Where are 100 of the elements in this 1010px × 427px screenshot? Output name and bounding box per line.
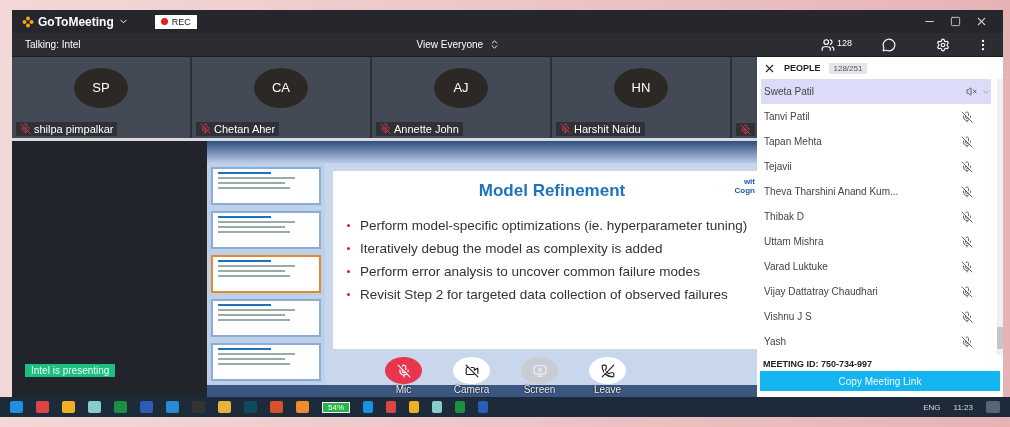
bullet-text: Iteratively debug the model as complexity is added bbox=[360, 240, 663, 257]
people-icon bbox=[820, 37, 835, 52]
participant-row[interactable]: Yash bbox=[761, 329, 991, 354]
tray-icon[interactable] bbox=[409, 401, 419, 413]
app-name: GoToMeeting bbox=[38, 14, 114, 29]
battery-indicator: 54% bbox=[322, 401, 350, 413]
participant-name: Chetan Aher bbox=[214, 122, 276, 135]
taskbar-app-icon[interactable] bbox=[114, 401, 127, 413]
mic-off-icon bbox=[961, 160, 973, 173]
mic-off-icon bbox=[961, 210, 973, 223]
mic-off-icon bbox=[961, 185, 973, 198]
initials-avatar: SP bbox=[74, 67, 128, 108]
bullet-icon bbox=[347, 224, 350, 227]
tray-icon[interactable] bbox=[478, 401, 488, 413]
control-label: Camera bbox=[453, 384, 490, 395]
initials-avatar: HN bbox=[614, 67, 668, 108]
taskbar-app-icon[interactable] bbox=[36, 401, 49, 413]
speaker-muted-icon bbox=[966, 86, 977, 97]
participant-name: Tejavii bbox=[764, 161, 793, 172]
maximize-icon bbox=[950, 16, 961, 27]
camera-off-icon bbox=[464, 363, 479, 378]
people-button[interactable]: 128 bbox=[820, 37, 852, 52]
hang-up-icon bbox=[600, 363, 615, 378]
participant-row[interactable]: Thibak D bbox=[761, 204, 991, 229]
participant-name: Tanvi Patil bbox=[764, 111, 811, 122]
taskbar-app-icon[interactable] bbox=[140, 401, 153, 413]
participant-row[interactable]: Tapan Mehta bbox=[761, 129, 991, 154]
control-label: Screen bbox=[523, 384, 556, 395]
initials-avatar: AJ bbox=[434, 67, 488, 108]
participant-row[interactable]: Tanvi Patil bbox=[761, 104, 991, 129]
settings-icon bbox=[936, 37, 950, 52]
chat-bubble-icon bbox=[882, 37, 896, 52]
slide-title: Model Refinement bbox=[478, 181, 626, 201]
bullet-icon bbox=[347, 293, 350, 296]
close-icon bbox=[975, 15, 988, 28]
bullet-text: Perform model-specific optimizations (ie. hyperparameter tuning) bbox=[360, 217, 748, 234]
participant-name: Annette John bbox=[394, 122, 459, 135]
recording-badge: REC bbox=[154, 14, 197, 29]
scrollbar[interactable] bbox=[997, 79, 1003, 355]
participant-name: Uttam Mishra bbox=[764, 236, 825, 247]
taskbar-app-icon[interactable] bbox=[10, 401, 23, 413]
logo-text: wit bbox=[743, 177, 755, 186]
mic-off-icon bbox=[961, 310, 973, 323]
mic-off-icon bbox=[961, 260, 973, 273]
mic-off-icon bbox=[560, 123, 571, 134]
taskbar-app-icon[interactable] bbox=[62, 401, 75, 413]
mic-off-icon bbox=[380, 123, 391, 134]
people-count: 128/251 bbox=[828, 62, 868, 74]
presenter-badge: Intel is presenting bbox=[25, 364, 116, 377]
meeting-id: MEETING ID: 750-734-997 bbox=[762, 358, 874, 371]
bullet-text: Revisit Step 2 for targeted data collection of observed failures bbox=[360, 286, 728, 303]
view-selector[interactable]: View Everyone bbox=[410, 38, 507, 51]
talking-label: Talking: Intel bbox=[25, 39, 81, 50]
tray-icon[interactable] bbox=[432, 401, 442, 413]
mic-off-icon bbox=[20, 123, 31, 134]
logo-text: Cogn bbox=[734, 186, 755, 195]
settings-button[interactable] bbox=[936, 37, 950, 52]
participant-name: Yash bbox=[764, 336, 788, 347]
tray-icon[interactable] bbox=[386, 401, 396, 413]
flower-logo-icon bbox=[22, 15, 34, 28]
participant-row[interactable]: Varad Luktuke bbox=[761, 254, 991, 279]
participant-row[interactable]: Tejavii bbox=[761, 154, 991, 179]
tray-icon[interactable] bbox=[455, 401, 465, 413]
mic-off-icon bbox=[961, 335, 973, 348]
mic-off-icon bbox=[396, 363, 411, 378]
bullet-icon bbox=[347, 270, 350, 273]
notification-icon[interactable] bbox=[986, 401, 1000, 413]
screen-off-icon bbox=[532, 363, 547, 378]
mic-off-icon bbox=[961, 235, 973, 248]
participant-row[interactable]: Vijay Dattatray Chaudhari bbox=[761, 279, 991, 304]
taskbar-app-icon[interactable] bbox=[166, 401, 179, 413]
bullet-text: Perform error analysis to uncover common failure modes bbox=[360, 263, 700, 280]
tray-icon[interactable] bbox=[363, 401, 373, 413]
mic-off-icon bbox=[200, 123, 211, 134]
taskbar-app-icon[interactable] bbox=[218, 401, 231, 413]
mic-off-icon bbox=[961, 135, 973, 148]
control-label: Leave bbox=[593, 384, 622, 395]
participant-name: Thibak D bbox=[764, 211, 805, 222]
participant-row[interactable]: Vishnu J S bbox=[761, 304, 991, 329]
participant-row[interactable]: Sweta Patil bbox=[761, 79, 991, 104]
mic-off-icon bbox=[740, 123, 751, 135]
taskbar-app-icon[interactable] bbox=[296, 401, 309, 413]
participant-name: shilpa pimpalkar bbox=[34, 122, 114, 135]
clock[interactable]: 11:23 bbox=[953, 402, 973, 412]
mic-off-icon bbox=[961, 285, 973, 298]
mic-off-icon bbox=[961, 110, 973, 123]
participant-row[interactable]: Theva Tharshini Anand Kum... bbox=[761, 179, 991, 204]
taskbar-app-icon[interactable] bbox=[88, 401, 101, 413]
participant-name: Vishnu J S bbox=[764, 311, 813, 322]
participant-row[interactable]: Uttam Mishra bbox=[761, 229, 991, 254]
participant-name: Harshit Naidu bbox=[574, 122, 641, 135]
participant-name: Vijay Dattatray Chaudhari bbox=[764, 286, 879, 297]
panel-title: PEOPLE bbox=[784, 63, 821, 73]
initials-avatar: CA bbox=[254, 67, 308, 108]
participant-name: Sweta Patil bbox=[764, 86, 816, 97]
taskbar-app-icon[interactable] bbox=[270, 401, 283, 413]
chat-button[interactable] bbox=[882, 37, 896, 52]
control-label: Mic bbox=[395, 384, 412, 395]
language-indicator[interactable]: ENG bbox=[923, 402, 941, 412]
bullet-icon bbox=[347, 247, 350, 250]
